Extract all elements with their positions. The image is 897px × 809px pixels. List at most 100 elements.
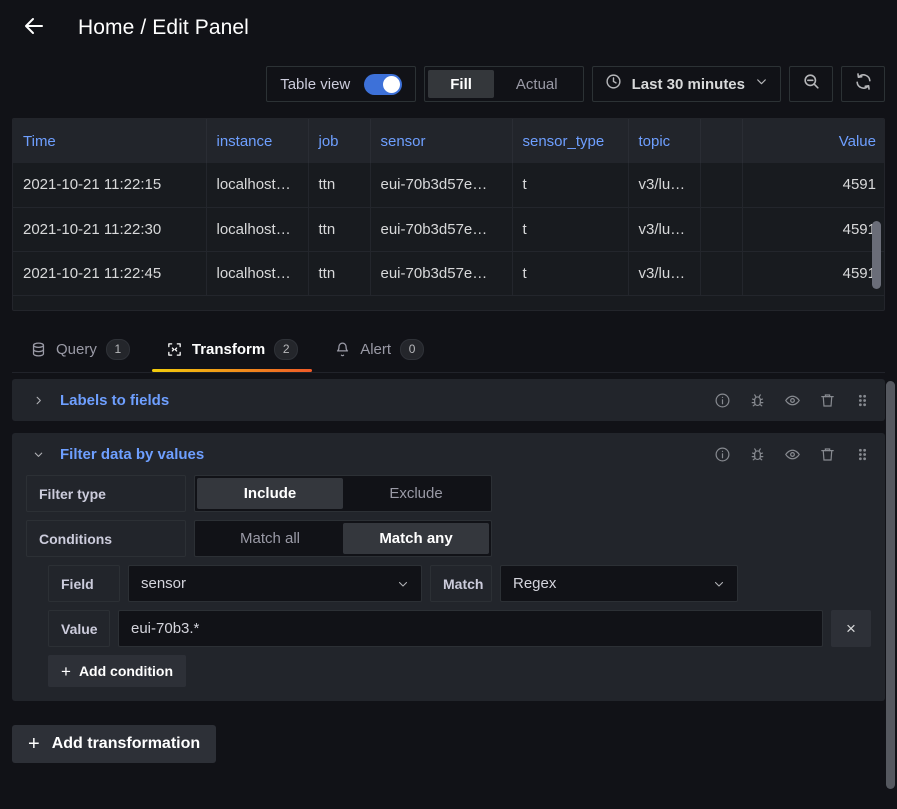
field-select[interactable]: sensor <box>128 565 422 602</box>
tab-transform[interactable]: Transform 2 <box>148 326 316 372</box>
zoom-out-icon <box>802 72 821 96</box>
time-range-group: Last 30 minutes <box>591 66 781 102</box>
tab-query-badge: 1 <box>105 338 130 360</box>
condition-field-row: Field sensor Match Regex <box>26 565 871 602</box>
tab-transform-badge: 2 <box>274 338 299 360</box>
table-view-toggle[interactable] <box>364 73 403 95</box>
cell-instance: localhost… <box>206 207 309 252</box>
transformation-header[interactable]: Labels to fields <box>12 379 885 421</box>
transformation-filter-data-by-values: Filter data by values Filter type Includ… <box>12 433 885 701</box>
column-header-sensor-type[interactable]: sensor_type <box>512 119 629 163</box>
tab-query-label: Query <box>56 340 97 358</box>
drag-handle-icon[interactable] <box>854 392 871 409</box>
add-transformation-label: Add transformation <box>51 735 201 752</box>
column-header-time[interactable]: Time <box>13 119 207 163</box>
cell-blank <box>700 163 743 208</box>
chevron-right-icon[interactable] <box>30 395 46 406</box>
filter-type-row: Filter type Include Exclude <box>26 475 871 512</box>
eye-icon[interactable] <box>784 392 801 409</box>
trash-icon[interactable] <box>819 446 836 463</box>
table-view-control[interactable]: Table view <box>266 66 417 102</box>
display-mode-actual[interactable]: Actual <box>494 70 580 98</box>
cell-value: 4591 <box>742 251 884 296</box>
cell-sensor-type: t <box>512 207 629 252</box>
match-select[interactable]: Regex <box>500 565 738 602</box>
conditions-label: Conditions <box>26 520 186 557</box>
info-icon[interactable] <box>714 392 731 409</box>
cell-job: ttn <box>308 163 371 208</box>
cell-time: 2021-10-21 11:22:45 <box>13 251 207 296</box>
transform-icon <box>166 341 183 358</box>
cell-blank <box>700 207 743 252</box>
tab-alert-badge: 0 <box>400 338 425 360</box>
tab-query[interactable]: Query 1 <box>12 326 148 372</box>
time-range-picker[interactable]: Last 30 minutes <box>593 67 780 101</box>
eye-icon[interactable] <box>784 446 801 463</box>
transformation-title[interactable]: Labels to fields <box>60 392 169 409</box>
tab-transform-label: Transform <box>191 340 266 358</box>
cell-job: ttn <box>308 207 371 252</box>
transformation-title[interactable]: Filter data by values <box>60 446 204 463</box>
database-icon <box>30 341 47 358</box>
value-input[interactable] <box>118 610 823 647</box>
remove-condition-button[interactable]: × <box>831 610 871 647</box>
table-row: 2021-10-21 11:22:15 localhost… ttn eui-7… <box>13 163 884 208</box>
transformation-actions <box>714 446 871 463</box>
page-header: Home / Edit Panel <box>0 0 897 56</box>
cell-sensor: eui-70b3d57e… <box>370 207 513 252</box>
column-header-sensor[interactable]: sensor <box>370 119 513 163</box>
trash-icon[interactable] <box>819 392 836 409</box>
add-condition-button[interactable]: + Add condition <box>48 655 187 687</box>
transform-vertical-scrollbar[interactable] <box>886 381 895 789</box>
cell-instance: localhost… <box>206 251 309 296</box>
chevron-down-icon <box>713 578 725 590</box>
cell-value: 4591 <box>742 163 884 208</box>
column-header-topic[interactable]: topic <box>628 119 701 163</box>
cell-topic: v3/lu… <box>628 251 701 296</box>
refresh-button[interactable] <box>841 66 885 102</box>
chevron-down-icon <box>755 75 768 93</box>
column-header-blank[interactable] <box>700 119 743 163</box>
cell-job: ttn <box>308 251 371 296</box>
cell-sensor-type: t <box>512 163 629 208</box>
field-select-value: sensor <box>141 575 187 592</box>
value-label: Value <box>48 610 110 647</box>
debug-icon[interactable] <box>749 446 766 463</box>
transformations-list: Labels to fields Filter data by values F… <box>12 379 895 789</box>
filter-type-label: Filter type <box>26 475 186 512</box>
data-table: Time instance job sensor sensor_type top… <box>13 119 884 296</box>
table-row: 2021-10-21 11:22:30 localhost… ttn eui-7… <box>13 207 884 252</box>
filter-type-options: Include Exclude <box>194 475 492 512</box>
cell-time: 2021-10-21 11:22:30 <box>13 207 207 252</box>
zoom-out-button[interactable] <box>789 66 833 102</box>
cell-sensor: eui-70b3d57e… <box>370 251 513 296</box>
tab-alert[interactable]: Alert 0 <box>316 326 442 372</box>
info-icon[interactable] <box>714 446 731 463</box>
drag-handle-icon[interactable] <box>854 446 871 463</box>
debug-icon[interactable] <box>749 392 766 409</box>
transformation-actions <box>714 392 871 409</box>
filter-type-include[interactable]: Include <box>197 478 343 509</box>
cell-sensor: eui-70b3d57e… <box>370 163 513 208</box>
column-header-value[interactable]: Value <box>742 119 884 163</box>
display-mode-fill[interactable]: Fill <box>428 70 494 98</box>
field-label: Field <box>48 565 120 602</box>
filter-type-exclude[interactable]: Exclude <box>343 478 489 509</box>
column-header-instance[interactable]: instance <box>206 119 309 163</box>
condition-value-row: Value × <box>26 610 871 647</box>
conditions-match-all[interactable]: Match all <box>197 523 343 554</box>
time-range-label: Last 30 minutes <box>631 75 745 93</box>
arrow-left-icon <box>22 14 46 43</box>
display-mode-group: Fill Actual <box>424 66 584 102</box>
column-header-job[interactable]: job <box>308 119 371 163</box>
chevron-down-icon[interactable] <box>30 449 46 460</box>
editor-tabs: Query 1 Transform 2 Alert 0 <box>12 325 885 373</box>
add-transformation-button[interactable]: + Add transformation <box>12 725 217 763</box>
table-panel: Time instance job sensor sensor_type top… <box>12 118 885 311</box>
conditions-match-any[interactable]: Match any <box>343 523 489 554</box>
table-vertical-scrollbar[interactable] <box>872 221 881 289</box>
transformation-header[interactable]: Filter data by values <box>12 433 885 475</box>
transformation-body: Filter type Include Exclude Conditions M… <box>12 475 885 701</box>
back-button[interactable] <box>14 8 54 48</box>
match-label: Match <box>430 565 492 602</box>
